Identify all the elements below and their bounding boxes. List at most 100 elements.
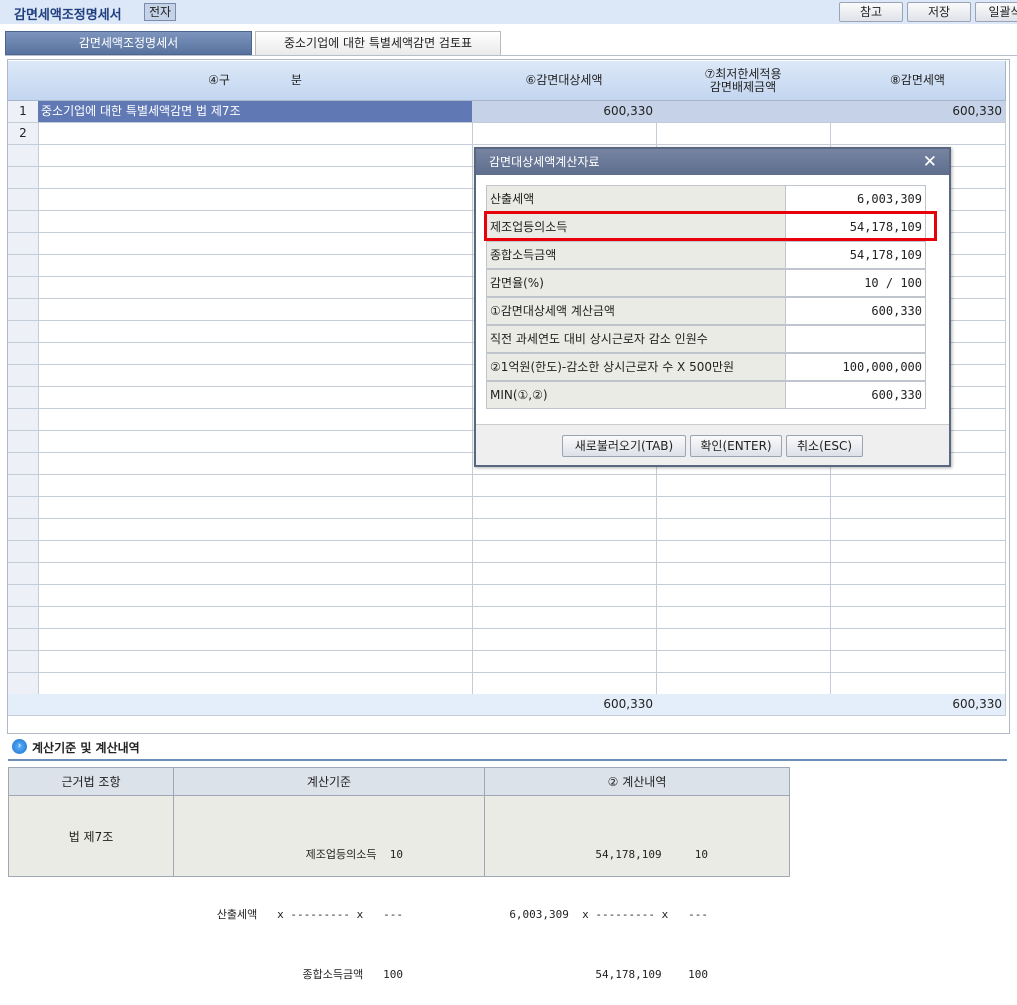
row-number[interactable]: [8, 585, 39, 607]
row-number[interactable]: [8, 431, 39, 453]
grid-cell-name[interactable]: [38, 607, 473, 629]
electronic-tag-button[interactable]: 전자: [144, 3, 177, 21]
grid-cell-excluded[interactable]: [656, 607, 831, 629]
grid-cell-name[interactable]: [38, 277, 473, 299]
dialog-row-value[interactable]: 100,000,000: [785, 353, 926, 381]
reference-button[interactable]: 참고: [839, 2, 903, 22]
dialog-row-value[interactable]: 600,330: [785, 381, 926, 409]
row-number[interactable]: [8, 651, 39, 673]
grid-cell-name[interactable]: [38, 563, 473, 585]
grid-cell-name[interactable]: [38, 673, 473, 695]
grid-cell-reduction[interactable]: [830, 629, 1006, 651]
row-number[interactable]: [8, 541, 39, 563]
save-button[interactable]: 저장: [907, 2, 971, 22]
row-number[interactable]: 2: [8, 123, 39, 145]
grid-cell-name[interactable]: [38, 211, 473, 233]
grid-cell-name[interactable]: [38, 343, 473, 365]
row-number[interactable]: [8, 365, 39, 387]
grid-cell-name[interactable]: [38, 167, 473, 189]
grid-cell-excluded[interactable]: [656, 123, 831, 145]
grid-cell-name[interactable]: [38, 321, 473, 343]
row-number[interactable]: [8, 475, 39, 497]
row-number[interactable]: [8, 673, 39, 695]
grid-cell-name[interactable]: [38, 475, 473, 497]
grid-cell-target[interactable]: [472, 629, 657, 651]
grid-cell-excluded[interactable]: [656, 651, 831, 673]
grid-cell-name[interactable]: [38, 365, 473, 387]
tab-reduction-statement[interactable]: 감면세액조정명세서: [5, 31, 252, 55]
grid-cell-target[interactable]: [472, 607, 657, 629]
grid-cell-reduction[interactable]: [830, 563, 1006, 585]
grid-cell-target[interactable]: [472, 123, 657, 145]
row-number[interactable]: [8, 519, 39, 541]
grid-cell-reduction[interactable]: [830, 123, 1006, 145]
dialog-row-value[interactable]: 600,330: [785, 297, 926, 325]
grid-cell-name[interactable]: [38, 585, 473, 607]
row-number[interactable]: [8, 497, 39, 519]
grid-cell-target[interactable]: [472, 475, 657, 497]
row-number[interactable]: [8, 563, 39, 585]
grid-cell-target[interactable]: [472, 585, 657, 607]
grid-cell-name[interactable]: [38, 629, 473, 651]
grid-cell-target[interactable]: 600,330: [472, 101, 657, 123]
grid-cell-target[interactable]: [472, 563, 657, 585]
row-number[interactable]: [8, 145, 39, 167]
row-number[interactable]: [8, 387, 39, 409]
row-number[interactable]: [8, 343, 39, 365]
row-number[interactable]: [8, 167, 39, 189]
bulk-delete-button[interactable]: 일괄삭: [975, 2, 1017, 22]
dialog-row-value[interactable]: 10 / 100: [785, 269, 926, 297]
grid-cell-reduction[interactable]: [830, 673, 1006, 695]
grid-cell-name[interactable]: [38, 497, 473, 519]
row-number[interactable]: 1: [8, 101, 39, 123]
grid-cell-name[interactable]: [38, 145, 473, 167]
row-number[interactable]: [8, 277, 39, 299]
row-number[interactable]: [8, 189, 39, 211]
grid-cell-reduction[interactable]: 600,330: [830, 101, 1006, 123]
grid-cell-excluded[interactable]: [656, 101, 831, 123]
row-number[interactable]: [8, 453, 39, 475]
dialog-row-value[interactable]: [785, 325, 926, 353]
cancel-button[interactable]: 취소(ESC): [786, 435, 863, 457]
grid-cell-name[interactable]: [38, 453, 473, 475]
grid-cell-name[interactable]: 중소기업에 대한 특별세액감면 법 제7조: [38, 101, 473, 123]
dialog-row-value[interactable]: 6,003,309: [785, 185, 926, 213]
grid-cell-reduction[interactable]: [830, 497, 1006, 519]
grid-cell-name[interactable]: [38, 519, 473, 541]
row-number[interactable]: [8, 629, 39, 651]
row-number[interactable]: [8, 321, 39, 343]
grid-cell-reduction[interactable]: [830, 607, 1006, 629]
close-icon[interactable]: ✕: [923, 149, 937, 175]
grid-cell-excluded[interactable]: [656, 673, 831, 695]
grid-cell-excluded[interactable]: [656, 541, 831, 563]
grid-cell-excluded[interactable]: [656, 519, 831, 541]
dialog-row-value[interactable]: 54,178,109: [785, 241, 926, 269]
row-number[interactable]: [8, 255, 39, 277]
grid-cell-name[interactable]: [38, 409, 473, 431]
grid-cell-name[interactable]: [38, 431, 473, 453]
grid-cell-reduction[interactable]: [830, 541, 1006, 563]
grid-cell-target[interactable]: [472, 673, 657, 695]
row-number[interactable]: [8, 299, 39, 321]
grid-cell-reduction[interactable]: [830, 475, 1006, 497]
row-number[interactable]: [8, 211, 39, 233]
grid-cell-target[interactable]: [472, 497, 657, 519]
grid-cell-name[interactable]: [38, 387, 473, 409]
grid-cell-target[interactable]: [472, 651, 657, 673]
reload-button[interactable]: 새로불러오기(TAB): [562, 435, 686, 457]
grid-cell-excluded[interactable]: [656, 585, 831, 607]
grid-cell-reduction[interactable]: [830, 519, 1006, 541]
grid-cell-target[interactable]: [472, 519, 657, 541]
grid-cell-target[interactable]: [472, 541, 657, 563]
grid-cell-excluded[interactable]: [656, 629, 831, 651]
confirm-button[interactable]: 확인(ENTER): [690, 435, 782, 457]
grid-cell-name[interactable]: [38, 255, 473, 277]
grid-cell-excluded[interactable]: [656, 563, 831, 585]
tab-sme-review[interactable]: 중소기업에 대한 특별세액감면 검토표: [255, 31, 501, 55]
grid-cell-excluded[interactable]: [656, 497, 831, 519]
row-number[interactable]: [8, 607, 39, 629]
row-number[interactable]: [8, 233, 39, 255]
grid-cell-name[interactable]: [38, 299, 473, 321]
grid-cell-name[interactable]: [38, 541, 473, 563]
grid-cell-reduction[interactable]: [830, 651, 1006, 673]
